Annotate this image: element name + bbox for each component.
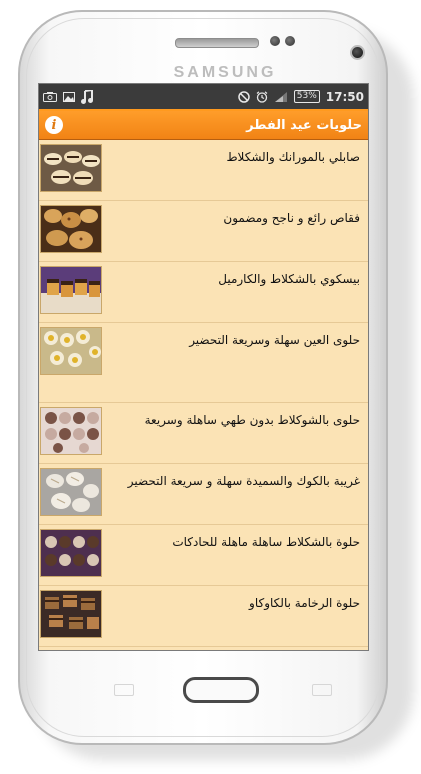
status-bar: 53% 17:50 <box>39 84 368 111</box>
list-item[interactable]: غريبة بالكوك والسميدة سهلة و سريعة التحض… <box>39 464 368 525</box>
list-item[interactable]: حلوة بالشكلاط ساهلة ماهلة للحادكات <box>39 525 368 586</box>
no-bake-chocolate-sweets-thumbnail <box>40 407 102 455</box>
list-item[interactable]: حلوى بالشوكلاط بدون طهي ساهلة وسريعة <box>39 403 368 464</box>
app-title: حلويات عيد الفطر <box>246 117 362 133</box>
easy-chocolate-sweets-thumbnail <box>40 529 102 577</box>
recipe-list: صابلي بالمورانك والشكلاط فقاص رائع و ناج… <box>39 140 368 647</box>
front-camera <box>350 45 365 60</box>
proximity-sensor <box>270 36 280 46</box>
list-item[interactable]: حلوى العين سهلة وسريعة التحضير <box>39 323 368 403</box>
list-item[interactable]: صابلي بالمورانك والشكلاط <box>39 140 368 201</box>
alarm-icon <box>256 90 268 103</box>
marble-peanut-sweets-thumbnail <box>40 590 102 638</box>
recipe-title: صابلي بالمورانك والشكلاط <box>226 150 360 164</box>
recipe-title: حلوة الرخامة بالكاوكاو <box>249 596 360 610</box>
info-button[interactable]: i <box>45 116 63 134</box>
recipe-title: بيسكوي بالشكلاط والكارميل <box>218 272 360 286</box>
recipe-title: فقاص رائع و ناجح ومضمون <box>223 211 360 225</box>
eye-cookies-thumbnail <box>40 327 102 375</box>
music-icon <box>81 89 93 104</box>
do-not-disturb-icon <box>238 90 250 103</box>
clock: 17:50 <box>325 89 364 104</box>
image-icon <box>63 91 75 102</box>
list-item[interactable]: حلوة الرخامة بالكاوكاو <box>39 586 368 647</box>
fekkas-biscuits-thumbnail <box>40 205 102 253</box>
earpiece-speaker <box>175 38 259 48</box>
coconut-semolina-ghriba-thumbnail <box>40 468 102 516</box>
battery-indicator: 53% <box>293 90 320 103</box>
list-item[interactable]: بيسكوي بالشكلاط والكارميل <box>39 262 368 323</box>
app-bar: i حلويات عيد الفطر <box>39 111 368 140</box>
app-screen: 53% 17:50 i حلويات عيد الفطر صابلي بالمو… <box>38 83 369 651</box>
home-button[interactable] <box>183 677 259 703</box>
brand-logo: SAMSUNG <box>173 64 277 81</box>
light-sensor <box>285 36 295 46</box>
signal-icon <box>274 91 288 103</box>
recipe-title: حلوى بالشوكلاط بدون طهي ساهلة وسريعة <box>144 413 360 427</box>
back-key[interactable] <box>312 684 332 696</box>
recipe-title: غريبة بالكوك والسميدة سهلة و سريعة التحض… <box>127 474 360 488</box>
recipe-title: حلوى العين سهلة وسريعة التحضير <box>189 333 360 347</box>
menu-key[interactable] <box>114 684 134 696</box>
chocolate-stripe-cookies-thumbnail <box>40 144 102 192</box>
screenshot-icon <box>43 91 57 102</box>
recipe-title: حلوة بالشكلاط ساهلة ماهلة للحادكات <box>172 535 360 549</box>
caramel-chocolate-biscuits-thumbnail <box>40 266 102 314</box>
list-item[interactable]: فقاص رائع و ناجح ومضمون <box>39 201 368 262</box>
